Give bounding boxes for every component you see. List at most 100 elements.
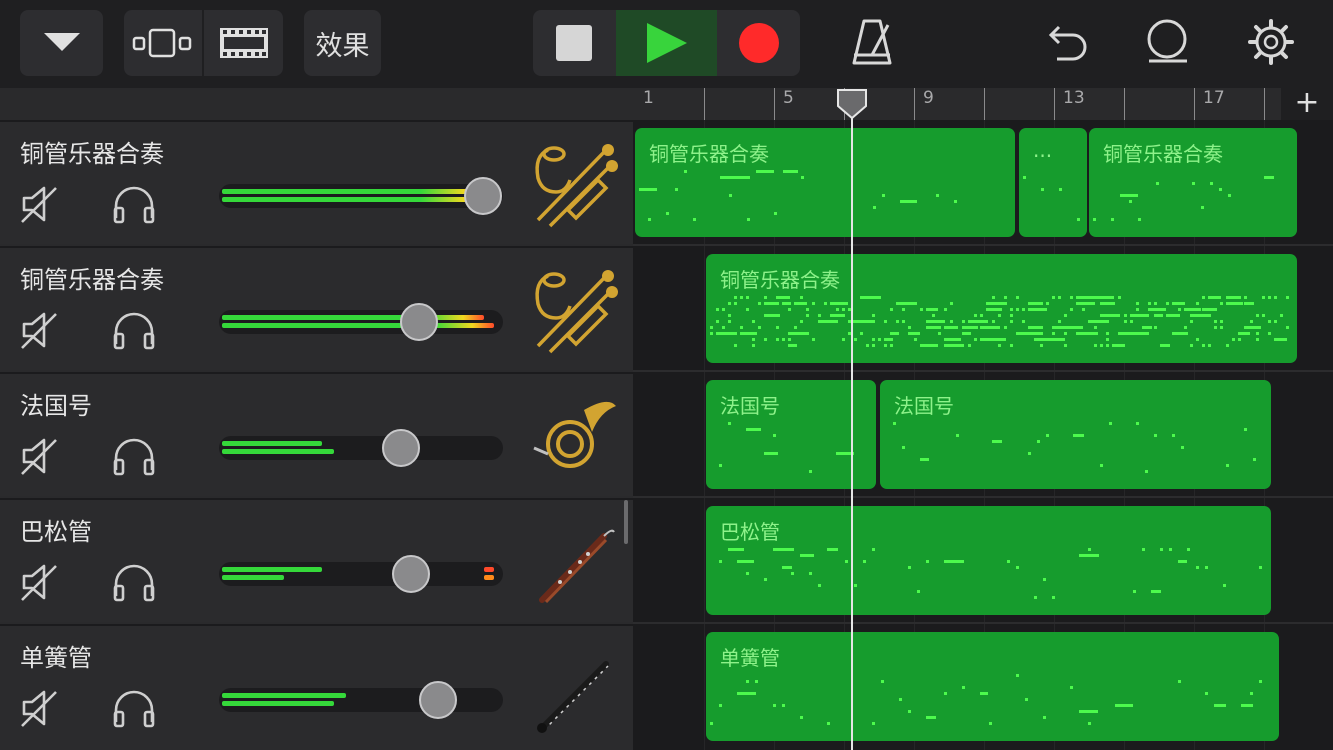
volume-knob[interactable] <box>464 177 502 215</box>
bar-ruler[interactable]: 1 5 9 13 17 + <box>633 88 1333 120</box>
midi-region[interactable]: 法国号 <box>880 380 1271 489</box>
track-header[interactable]: 巴松管 <box>0 498 633 622</box>
midi-region[interactable]: 单簧管 <box>706 632 1279 741</box>
midi-note <box>728 314 731 317</box>
midi-note <box>1058 326 1061 329</box>
metronome-button[interactable] <box>846 14 898 70</box>
midi-note <box>968 344 971 347</box>
midi-note <box>740 326 743 329</box>
mute-icon[interactable] <box>18 184 60 224</box>
midi-note <box>1040 326 1043 329</box>
region-notes <box>639 170 957 221</box>
midi-note <box>1004 296 1007 299</box>
midi-note <box>884 320 887 323</box>
level-meter-top <box>222 567 322 572</box>
headphones-icon[interactable] <box>112 310 156 350</box>
volume-knob[interactable] <box>400 303 438 341</box>
midi-note <box>1052 296 1055 299</box>
midi-note <box>1073 434 1084 437</box>
headphones-icon[interactable] <box>112 688 156 728</box>
midi-region[interactable]: 铜管乐器合奏 <box>1089 128 1297 237</box>
volume-slider[interactable] <box>219 177 503 215</box>
clarinet-icon <box>537 661 609 733</box>
headphones-icon[interactable] <box>112 184 156 224</box>
playhead-handle[interactable] <box>836 88 868 120</box>
ruler-label: 1 <box>643 88 654 108</box>
region-notes <box>719 548 1262 599</box>
playhead-line[interactable] <box>851 94 853 750</box>
add-section-button[interactable]: + <box>1281 88 1333 120</box>
midi-note <box>842 338 845 341</box>
midi-note <box>1262 296 1265 299</box>
midi-note <box>917 590 920 593</box>
midi-note <box>1154 302 1157 305</box>
midi-note <box>1109 422 1112 425</box>
settings-button[interactable] <box>1244 14 1298 70</box>
ruler-label: 13 <box>1063 88 1085 108</box>
play-button[interactable] <box>616 10 717 76</box>
effects-button[interactable]: 效果 <box>304 10 381 76</box>
scroll-indicator[interactable] <box>624 500 628 544</box>
midi-note <box>998 314 1001 317</box>
track-header[interactable]: 法国号 <box>0 372 633 496</box>
midi-region[interactable]: 铜管乐器合奏 <box>635 128 1015 237</box>
midi-note <box>1202 344 1205 347</box>
headphones-icon[interactable] <box>112 436 156 476</box>
midi-note <box>722 332 725 335</box>
volume-knob[interactable] <box>392 555 430 593</box>
volume-slider[interactable] <box>219 429 503 467</box>
midi-note <box>1124 320 1127 323</box>
track-name: 单簧管 <box>20 644 92 672</box>
track-header[interactable]: 铜管乐器合奏 <box>0 120 633 244</box>
midi-note <box>830 314 844 317</box>
midi-note <box>1064 314 1067 317</box>
midi-note <box>746 296 749 299</box>
midi-note <box>728 302 731 305</box>
timeline-area[interactable]: 1 5 9 13 17 + 铜管乐器合奏 ... 铜管乐器合奏 铜管乐器合奏 法… <box>633 88 1333 750</box>
midi-note <box>755 680 758 683</box>
track-lane[interactable]: 铜管乐器合奏 ... 铜管乐器合奏 <box>633 120 1333 246</box>
mute-icon[interactable] <box>18 688 60 728</box>
midi-note <box>1004 326 1007 329</box>
volume-slider[interactable] <box>219 303 503 341</box>
midi-note <box>1142 548 1145 551</box>
view-menu-button[interactable] <box>20 10 103 76</box>
mute-icon[interactable] <box>18 436 60 476</box>
volume-knob[interactable] <box>419 681 457 719</box>
track-header[interactable]: 单簧管 <box>0 624 633 750</box>
midi-note <box>1077 218 1080 221</box>
midi-note <box>1228 194 1231 197</box>
undo-button[interactable] <box>1040 16 1090 70</box>
midi-note <box>1088 722 1091 725</box>
track-lane[interactable]: 单簧管 <box>633 624 1333 750</box>
mute-icon[interactable] <box>18 562 60 602</box>
volume-slider[interactable] <box>219 555 503 593</box>
track-lane[interactable]: 巴松管 <box>633 498 1333 624</box>
midi-region[interactable]: 铜管乐器合奏 <box>706 254 1297 363</box>
midi-note <box>1136 332 1149 335</box>
stop-button[interactable] <box>533 10 615 76</box>
midi-note <box>1274 320 1277 323</box>
track-lane[interactable]: 法国号 法国号 <box>633 372 1333 498</box>
headphones-icon[interactable] <box>112 562 156 602</box>
midi-note <box>1259 680 1262 683</box>
midi-note <box>1264 176 1274 179</box>
midi-note <box>866 344 869 347</box>
track-header[interactable]: 铜管乐器合奏 <box>0 246 633 370</box>
midi-region[interactable]: 巴松管 <box>706 506 1271 615</box>
record-button[interactable] <box>718 10 800 76</box>
timeline-view-button[interactable] <box>204 10 283 76</box>
midi-region[interactable]: ... <box>1019 128 1087 237</box>
volume-knob[interactable] <box>382 429 420 467</box>
midi-note <box>1214 296 1217 299</box>
loop-browser-button[interactable] <box>1140 14 1194 70</box>
track-lane[interactable]: 铜管乐器合奏 <box>633 246 1333 372</box>
volume-slider[interactable] <box>219 681 503 719</box>
midi-note <box>872 722 875 725</box>
ruler-tick <box>984 88 985 120</box>
mute-icon[interactable] <box>18 310 60 350</box>
midi-note <box>809 470 812 473</box>
tracks-view-button[interactable] <box>124 10 202 76</box>
midi-note <box>812 302 815 305</box>
midi-note <box>1070 686 1073 689</box>
